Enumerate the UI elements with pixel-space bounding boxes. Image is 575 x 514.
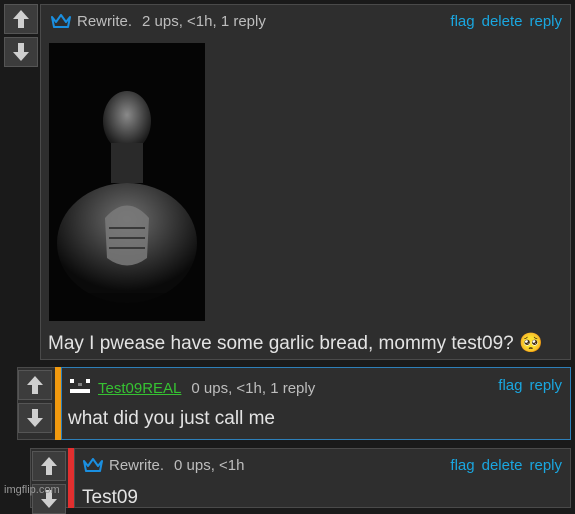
comment-text: what did you just call me [68, 408, 275, 429]
comment2-vote-column [18, 370, 54, 433]
comment3-actions: flag delete reply [443, 457, 562, 474]
comment2-box: Test09REAL 0 ups, <1h, 1 reply flag reply … [61, 367, 571, 440]
comment2-actions: flag reply [491, 377, 562, 394]
username[interactable]: Rewrite. [109, 457, 164, 474]
reply-link[interactable]: reply [529, 457, 562, 474]
comment-meta: 2 ups, <1h, 1 reply [142, 13, 266, 30]
avatar-icon [68, 377, 92, 399]
comment3-box: Rewrite. 0 ups, <1h flag delete reply Test0… [74, 448, 571, 508]
comment-meta: 0 ups, <1h [174, 457, 245, 474]
username[interactable]: Test09REAL [98, 380, 181, 397]
crown-icon [51, 14, 71, 32]
image-content [49, 43, 205, 321]
downvote-button[interactable] [18, 403, 52, 433]
comment1-actions: flag delete reply [443, 13, 562, 30]
delete-link[interactable]: delete [482, 13, 523, 30]
delete-link[interactable]: delete [482, 457, 523, 474]
crown-icon [83, 458, 103, 476]
comment3-header: Rewrite. 0 ups, <1h [83, 457, 245, 476]
arrow-down-icon [27, 409, 43, 427]
arrow-up-icon [41, 457, 57, 475]
reply-link[interactable]: reply [529, 377, 562, 394]
username[interactable]: Rewrite. [77, 13, 132, 30]
reply-link[interactable]: reply [529, 13, 562, 30]
flag-link[interactable]: flag [450, 457, 474, 474]
upvote-button[interactable] [4, 4, 38, 34]
upvote-button[interactable] [18, 370, 52, 400]
arrow-up-icon [13, 10, 29, 28]
arrow-down-icon [13, 43, 29, 61]
flag-link[interactable]: flag [498, 377, 522, 394]
comment1-box: Rewrite. 2 ups, <1h, 1 reply flag delete re… [40, 4, 571, 360]
comment-meta: 0 ups, <1h, 1 reply [191, 380, 316, 397]
comment-text: Test09 [82, 487, 138, 508]
imgflip-watermark: imgflip.com [4, 484, 60, 496]
flag-link[interactable]: flag [450, 13, 474, 30]
upvote-button[interactable] [32, 451, 66, 481]
downvote-button[interactable] [4, 37, 38, 67]
arrow-up-icon [27, 376, 43, 394]
comment2-header: Test09REAL 0 ups, <1h, 1 reply [68, 377, 315, 399]
comment1-vote-column [4, 4, 40, 67]
comment3-vote-column [32, 451, 68, 514]
comment1-header: Rewrite. 2 ups, <1h, 1 reply [51, 13, 266, 32]
comment-image[interactable] [49, 43, 205, 321]
comment-text: May I pwease have some garlic bread, mom… [48, 333, 543, 354]
